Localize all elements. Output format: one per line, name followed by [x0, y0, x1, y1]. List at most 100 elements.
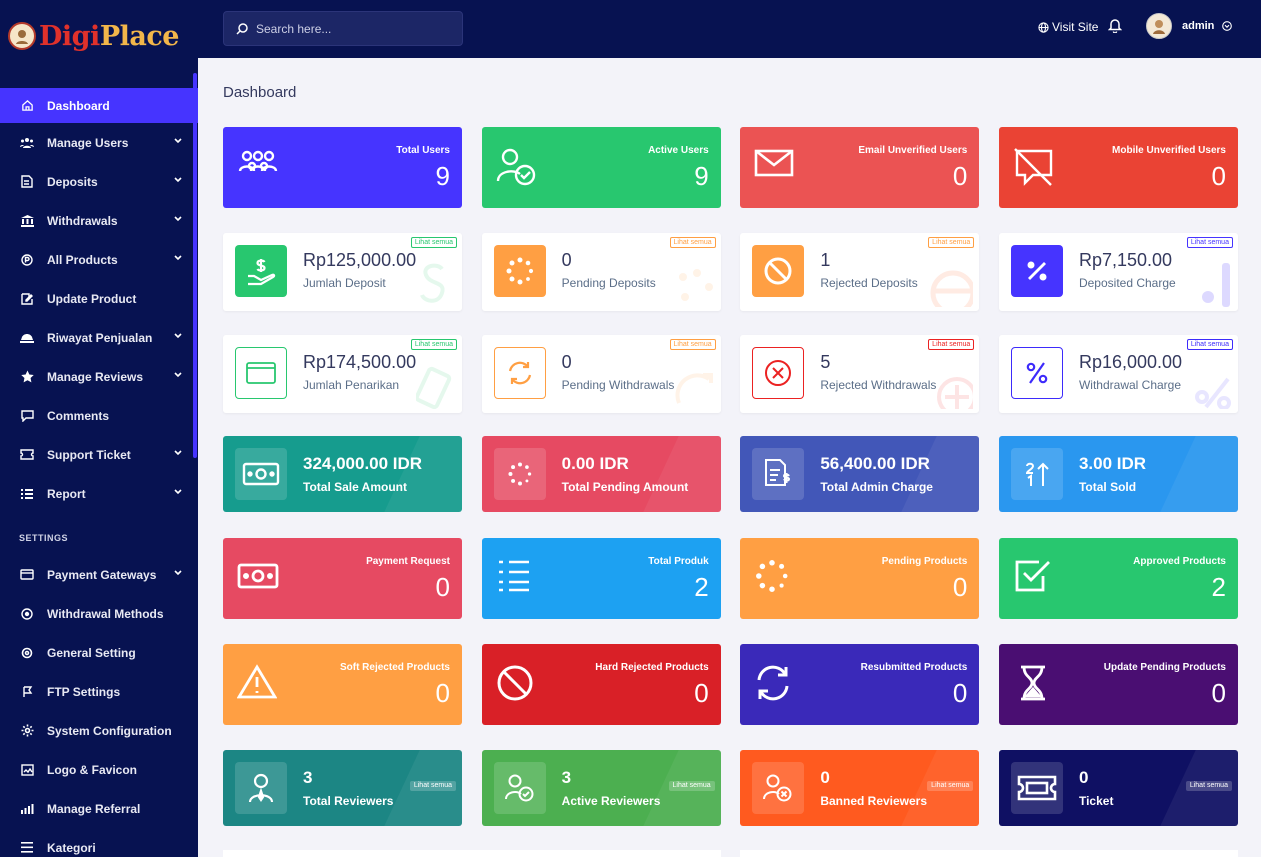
- sidebar-item-label: FTP Settings: [47, 684, 121, 699]
- widget-active-users[interactable]: Active Users 9: [481, 127, 721, 208]
- view-all-link[interactable]: Lihat semua: [668, 781, 715, 791]
- sidebar-item-kategori[interactable]: Kategori: [0, 828, 198, 857]
- widget-label: Resubmitted Products: [860, 662, 968, 673]
- view-all-link[interactable]: Lihat semua: [409, 781, 456, 791]
- widget-label: Jumlah Deposit: [303, 276, 386, 290]
- widget-value: 0: [952, 572, 968, 602]
- widget-update-pending-products[interactable]: Update Pending Products 0: [998, 644, 1238, 725]
- view-all-link[interactable]: Lihat semua: [928, 237, 975, 248]
- widget-total-pending-amount[interactable]: 0.00 IDR Total Pending Amount: [481, 436, 721, 512]
- chevron-down-icon: [1222, 21, 1233, 31]
- widget-label: Soft Rejected Products: [339, 662, 450, 673]
- widget-label: Pending Deposits: [561, 276, 656, 290]
- widget-total-produk[interactable]: Total Produk 2: [481, 538, 721, 619]
- view-all-link[interactable]: Lihat semua: [927, 781, 974, 791]
- widget-resubmitted-products[interactable]: Resubmitted Products 0: [740, 644, 980, 725]
- widget-jumlah-deposit[interactable]: Rp125,000.00 Jumlah Deposit Lihat semua: [223, 233, 462, 311]
- sidebar-item-general-setting[interactable]: General Setting: [0, 633, 198, 672]
- sidebar-item-logo-favicon[interactable]: Logo & Favicon: [0, 750, 198, 789]
- widget-total-sold[interactable]: 3.00 IDR Total Sold: [998, 436, 1238, 512]
- sidebar-item-manage-users[interactable]: Manage Users: [0, 123, 198, 162]
- widget-pending-products[interactable]: Pending Products 0: [740, 538, 980, 619]
- widget-total-sale-amount[interactable]: 324,000.00 IDR Total Sale Amount: [223, 436, 462, 512]
- widget-mobile-unverified-users[interactable]: Mobile Unverified Users 0: [998, 127, 1238, 208]
- sidebar-item-payment-gateways[interactable]: Payment Gateways: [0, 555, 198, 594]
- sidebar-item-report[interactable]: Report: [0, 474, 198, 513]
- products-row: Payment Request 0 Total Produk 2 Pending…: [223, 538, 1238, 619]
- widget-value: 2: [694, 572, 709, 602]
- view-all-link[interactable]: Lihat semua: [1185, 781, 1232, 791]
- sidebar-item-system-configuration[interactable]: System Configuration: [0, 711, 198, 750]
- widget-withdrawal-charge[interactable]: Rp16,000.00 Withdrawal Charge Lihat semu…: [998, 335, 1238, 413]
- widget-value: 9: [435, 161, 450, 191]
- widget-value: 0: [435, 572, 450, 602]
- money-bill-icon: [237, 562, 279, 590]
- decorative-icon: [927, 267, 974, 307]
- widget-rejected-deposits[interactable]: 1 Rejected Deposits Lihat semua: [740, 233, 980, 311]
- view-all-link[interactable]: Lihat semua: [1186, 237, 1233, 248]
- sidebar-item-manage-reviews[interactable]: Manage Reviews: [0, 357, 198, 396]
- widget-jumlah-penarikan[interactable]: Rp174,500.00 Jumlah Penarikan Lihat semu…: [223, 335, 462, 413]
- notification-bell-icon[interactable]: [1108, 17, 1122, 33]
- widget-email-unverified-users[interactable]: Email Unverified Users 0: [740, 127, 980, 208]
- view-all-link[interactable]: Lihat semua: [928, 339, 975, 350]
- logo-text: DigiPlace: [39, 20, 180, 52]
- sidebar-item-label: Comments: [47, 408, 110, 423]
- widget-total-reviewers[interactable]: 3 Total Reviewers Lihat semua: [223, 750, 462, 826]
- widget-value: 0: [820, 768, 830, 787]
- globe-icon: [1038, 21, 1052, 33]
- visit-site-link[interactable]: Visit Site: [1038, 20, 1098, 34]
- sidebar-item-withdrawal-methods[interactable]: Withdrawal Methods: [0, 594, 198, 633]
- sidebar-item-all-products[interactable]: All Products: [0, 240, 198, 279]
- view-all-link[interactable]: Lihat semua: [410, 237, 457, 248]
- view-all-link[interactable]: Lihat semua: [410, 339, 457, 350]
- sidebar-item-manage-referral[interactable]: Manage Referral: [0, 789, 198, 828]
- view-all-link[interactable]: Lihat semua: [1186, 339, 1233, 350]
- widget-pending-withdrawals[interactable]: 0 Pending Withdrawals Lihat semua: [481, 335, 721, 413]
- sidebar-item-update-product[interactable]: Update Product: [0, 279, 198, 318]
- sidebar-item-support-ticket[interactable]: Support Ticket: [0, 435, 198, 474]
- sidebar-item-dashboard[interactable]: Dashboard: [0, 88, 198, 123]
- view-all-link[interactable]: Lihat semua: [669, 237, 716, 248]
- sidebar-item-riwayat-penjualan[interactable]: Riwayat Penjualan: [0, 318, 198, 357]
- widget-label: Hard Rejected Products: [595, 662, 709, 673]
- widget-ticket[interactable]: 0 Ticket Lihat semua: [998, 750, 1238, 826]
- widget-payment-request[interactable]: Payment Request 0: [223, 538, 462, 619]
- widget-approved-products[interactable]: Approved Products 2: [998, 538, 1238, 619]
- logo[interactable]: DigiPlace: [0, 0, 198, 72]
- widget-value: 0: [561, 250, 572, 270]
- widget-total-admin-charge[interactable]: 56,400.00 IDR Total Admin Charge: [740, 436, 980, 512]
- widget-rejected-withdrawals[interactable]: 5 Rejected Withdrawals Lihat semua: [740, 335, 980, 413]
- user-menu[interactable]: admin: [1146, 13, 1233, 39]
- widget-soft-rejected-products[interactable]: Soft Rejected Products 0: [223, 644, 462, 725]
- widget-active-reviewers[interactable]: 3 Active Reviewers Lihat semua: [481, 750, 721, 826]
- deposits-row: Rp125,000.00 Jumlah Deposit Lihat semua …: [223, 233, 1238, 311]
- widget-hard-rejected-products[interactable]: Hard Rejected Products 0: [481, 644, 721, 725]
- sidebar-item-label: Update Product: [47, 291, 137, 306]
- search-box: [223, 11, 463, 46]
- widget-label: Pending Withdrawals: [561, 378, 675, 392]
- widget-pending-deposits[interactable]: 0 Pending Deposits Lihat semua: [481, 233, 721, 311]
- widget-value: 3.00 IDR: [1078, 454, 1147, 473]
- widget-value: 0: [1078, 768, 1089, 787]
- sidebar-item-deposits[interactable]: Deposits: [0, 162, 198, 201]
- widget-label: Ticket: [1078, 794, 1114, 808]
- check-square-icon: [1013, 558, 1051, 594]
- search-input[interactable]: [256, 21, 446, 36]
- user-check-icon: [496, 147, 538, 187]
- widget-value: Rp174,500.00: [303, 352, 417, 372]
- spinner-icon: [493, 448, 546, 500]
- view-all-link[interactable]: Lihat semua: [669, 339, 716, 350]
- sidebar-item-ftp-settings[interactable]: FTP Settings: [0, 672, 198, 711]
- widget-banned-reviewers[interactable]: 0 Banned Reviewers Lihat semua: [740, 750, 980, 826]
- widget-deposited-charge[interactable]: Rp7,150.00 Deposited Charge Lihat semua: [998, 233, 1238, 311]
- sidebar-item-withdrawals[interactable]: Withdrawals: [0, 201, 198, 240]
- decorative-icon: [1192, 373, 1232, 409]
- top-header: Visit Site admin: [198, 0, 1261, 58]
- ban-icon: [752, 245, 805, 297]
- widget-total-users[interactable]: Total Users 9: [223, 127, 462, 208]
- sales-icon: [20, 331, 34, 345]
- sidebar-item-label: Dashboard: [47, 98, 110, 113]
- widget-value: 0: [694, 678, 709, 708]
- sidebar-item-comments[interactable]: Comments: [0, 396, 198, 435]
